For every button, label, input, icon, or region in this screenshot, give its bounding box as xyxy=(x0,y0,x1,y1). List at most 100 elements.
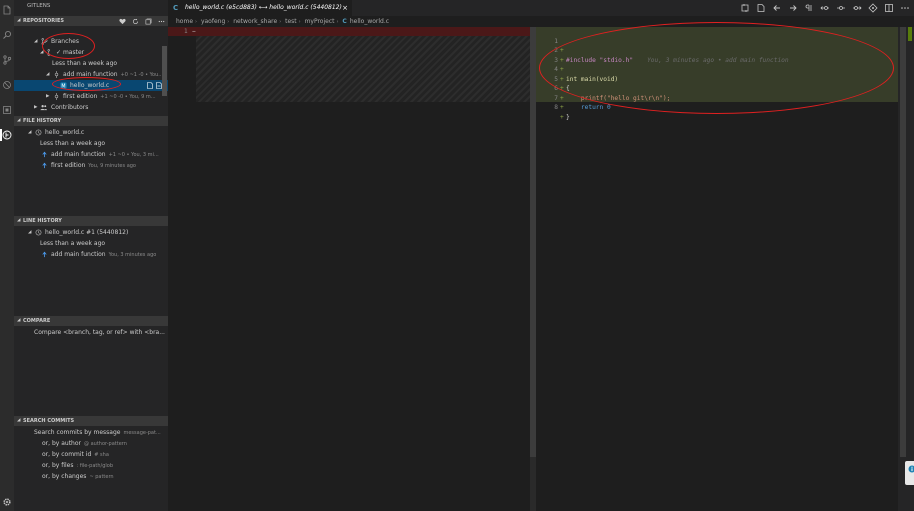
explorer-icon[interactable] xyxy=(2,5,12,15)
tree-item-search-by-changes[interactable]: or, by changes ~ pattern xyxy=(14,471,168,482)
code-text: return 0 xyxy=(566,104,611,111)
tab-title: hello_world.c (e5cd883) ⟷ hello_world.c … xyxy=(185,4,342,11)
search-label: Search commits by message xyxy=(34,429,121,436)
collapse-all-icon[interactable] xyxy=(145,18,152,25)
contributors-label: Contributors xyxy=(51,104,89,111)
diff-original-editor[interactable]: 1 − xyxy=(168,27,530,511)
tree-item-date-group: Less than a week ago xyxy=(14,238,168,249)
open-changes-icon[interactable] xyxy=(740,3,750,13)
tree-item-date-group: Less than a week ago xyxy=(14,138,168,149)
modified-editor-scrollbar[interactable] xyxy=(898,27,914,511)
tab-diff-hello-world[interactable]: C hello_world.c (e5cd883) ⟷ hello_world.… xyxy=(168,0,352,16)
notification-toast[interactable] xyxy=(905,461,914,485)
line-history-section-header[interactable]: ◢ LINE HISTORY xyxy=(14,216,168,226)
breadcrumb-item[interactable]: test xyxy=(285,18,297,25)
commit-description: +1 ~0 -0 • You, 9 m... xyxy=(100,94,156,100)
collapse-arrow-icon: ◢ xyxy=(17,418,21,423)
commit-description: You, 3 minutes ago xyxy=(108,252,157,258)
git-lens-compare-icon[interactable] xyxy=(868,3,878,13)
search-commits-section-header[interactable]: ◢ SEARCH COMMITS xyxy=(14,416,168,426)
search-label: or, by author xyxy=(42,440,81,447)
search-label: or, by files xyxy=(42,462,74,469)
extensions-icon[interactable] xyxy=(2,105,12,115)
search-pattern: ~ pattern xyxy=(89,474,114,480)
commit-description: You, 9 minutes ago xyxy=(88,163,136,169)
overview-ruler-insert-mark xyxy=(908,27,912,41)
tree-item-search-by-message[interactable]: Search commits by message message-pat... xyxy=(14,427,168,438)
compare-previous-icon[interactable] xyxy=(820,3,830,13)
collapsed-arrow-icon: ▶ xyxy=(34,105,38,110)
refresh-icon[interactable] xyxy=(132,18,139,25)
commit-description: +0 ~1 -0 • You... xyxy=(120,72,164,78)
gitlens-icon[interactable] xyxy=(0,129,12,141)
expanded-arrow-icon: ◢ xyxy=(28,230,32,235)
close-icon[interactable]: × xyxy=(342,0,348,16)
tree-item-line-history-commit[interactable]: add main function You, 3 minutes ago xyxy=(14,249,168,260)
compare-title: COMPARE xyxy=(23,318,51,324)
settings-gear-icon[interactable] xyxy=(2,497,12,507)
deleted-line-highlight xyxy=(168,27,530,36)
breadcrumb-item[interactable]: home xyxy=(176,18,193,25)
next-change-icon[interactable] xyxy=(788,3,798,13)
more-actions-icon[interactable] xyxy=(158,18,165,25)
search-icon[interactable] xyxy=(2,30,12,40)
breadcrumb-item[interactable]: yaofeng xyxy=(201,18,225,25)
repositories-title: REPOSITORIES xyxy=(23,18,65,24)
search-pattern: @ author-pattern xyxy=(84,441,127,447)
editor-toolbar xyxy=(740,3,910,13)
commit-arrow-icon xyxy=(41,151,48,158)
chevron-right-icon: › xyxy=(298,19,301,25)
commit-message: add main function xyxy=(51,151,106,158)
compare-working-icon[interactable] xyxy=(836,3,846,13)
breadcrumb-file[interactable]: hello_world.c xyxy=(350,18,389,25)
line-number: 1 xyxy=(184,28,188,35)
expanded-arrow-icon: ◢ xyxy=(28,130,32,135)
commit-arrow-icon xyxy=(41,251,48,258)
repositories-section-header[interactable]: ◢ REPOSITORIES xyxy=(14,16,168,26)
compare-section-header[interactable]: ◢ COMPARE xyxy=(14,316,168,326)
file-history-section-header[interactable]: ◢ FILE HISTORY xyxy=(14,116,168,126)
tree-item-search-by-author[interactable]: or, by author @ author-pattern xyxy=(14,438,168,449)
more-actions-icon[interactable] xyxy=(900,3,910,13)
open-file-icon[interactable] xyxy=(756,3,766,13)
compare-label: Compare <branch, tag, or ref> with <bra.… xyxy=(34,329,165,336)
insert-marker: + xyxy=(560,113,564,121)
previous-change-icon[interactable] xyxy=(772,3,782,13)
tree-item-date-group: Less than a week ago xyxy=(14,58,168,69)
breadcrumb-item[interactable]: myProject xyxy=(305,18,335,25)
date-group-label: Less than a week ago xyxy=(52,60,118,67)
tree-item-file-history-commit2[interactable]: first edition You, 9 minutes ago xyxy=(14,160,168,171)
whitespace-toggle-icon[interactable] xyxy=(804,3,814,13)
annotation-circle-code xyxy=(539,22,894,114)
split-editor-icon[interactable] xyxy=(884,3,894,13)
debug-icon[interactable] xyxy=(2,80,12,90)
commit-description: +1 ~0 • You, 3 mi... xyxy=(108,152,159,158)
insert-marker: + xyxy=(560,104,564,111)
date-group-label: Less than a week ago xyxy=(40,240,106,247)
scrollbar-thumb[interactable] xyxy=(900,27,906,457)
source-control-icon[interactable] xyxy=(2,55,12,65)
info-icon xyxy=(908,465,914,473)
compare-next-icon[interactable] xyxy=(852,3,862,13)
expanded-arrow-icon: ◢ xyxy=(46,72,50,77)
commit-icon xyxy=(53,93,60,100)
favorite-heart-icon[interactable] xyxy=(119,18,126,25)
code-text: } xyxy=(566,113,570,121)
tree-item-file-history-file[interactable]: ◢ hello_world.c xyxy=(14,127,168,138)
tree-item-file-history-commit1[interactable]: add main function +1 ~0 • You, 3 mi... xyxy=(14,149,168,160)
sidebar-scrollbar[interactable] xyxy=(162,46,167,96)
open-file-icon[interactable] xyxy=(147,82,153,89)
tree-item-contributors[interactable]: ▶ Contributors xyxy=(14,102,168,113)
tree-item-line-history-file[interactable]: ◢ hello_world.c #1 (5440812) xyxy=(14,227,168,238)
tree-item-search-by-commit-id[interactable]: or, by commit id # sha xyxy=(14,449,168,460)
editor-tab-bar: C hello_world.c (e5cd883) ⟷ hello_world.… xyxy=(168,0,914,16)
tree-item-search-by-files[interactable]: or, by files: file-path/glob xyxy=(14,460,168,471)
breadcrumb-item[interactable]: network_share xyxy=(233,18,277,25)
tree-item-compare[interactable]: Compare <branch, tag, or ref> with <bra.… xyxy=(14,327,168,338)
chevron-right-icon: › xyxy=(227,19,230,25)
collapse-arrow-icon: ◢ xyxy=(17,218,21,223)
tree-item-commit-first-edition[interactable]: ▶ first edition +1 ~0 -0 • You, 9 m... xyxy=(14,91,168,102)
search-label: or, by changes xyxy=(42,473,87,480)
collapse-arrow-icon: ◢ xyxy=(17,118,21,123)
commit-message: add main function xyxy=(51,251,106,258)
